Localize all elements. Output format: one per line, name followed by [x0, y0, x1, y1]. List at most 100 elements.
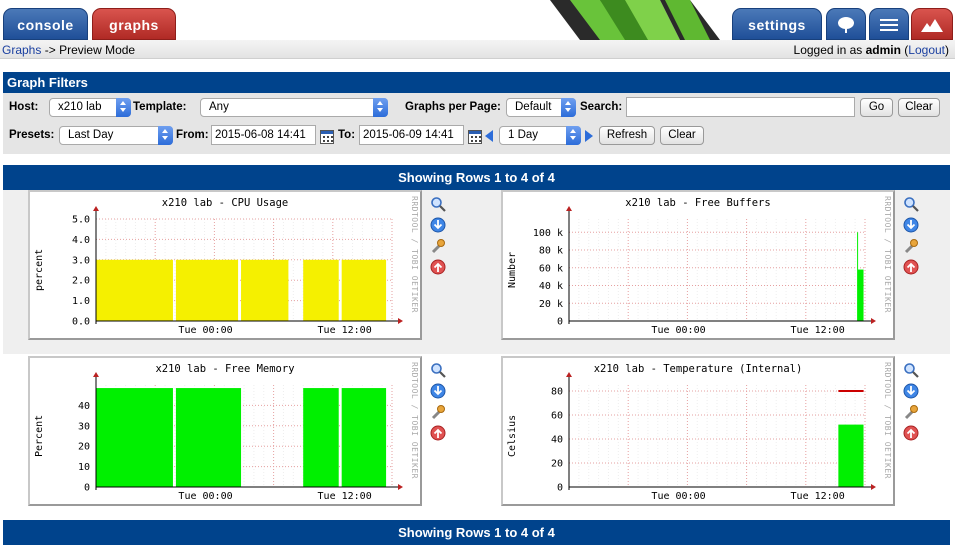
search-label: Search:: [580, 101, 623, 113]
y-tick-label: 4.0: [72, 235, 90, 246]
y-tick-label: 3.0: [72, 255, 90, 266]
upload-icon[interactable]: [903, 425, 919, 441]
from-date-input[interactable]: 2015-06-08 14:41: [211, 125, 316, 145]
to-date-input[interactable]: 2015-06-09 14:41: [359, 125, 464, 145]
y-tick-label: 0: [557, 483, 563, 494]
tree-icon: [838, 17, 854, 33]
zoom-icon[interactable]: [903, 196, 919, 212]
y-tick-label: 80: [551, 387, 563, 398]
y-tick-label: 40: [78, 401, 90, 412]
upload-icon[interactable]: [430, 425, 446, 441]
go-button[interactable]: Go: [860, 98, 893, 117]
graph-filters-panel: Graph Filters Host: x210 lab Template: A…: [3, 72, 950, 154]
area-block: [175, 259, 239, 321]
breadcrumb: Graphs -> Preview Mode: [2, 43, 135, 57]
y-tick-label: 20 k: [539, 299, 563, 310]
area-block: [857, 269, 864, 321]
graph-cpu-usage[interactable]: x210 lab - CPU Usage 5.0 4.0 3.0 2.0 1.0 0.0 Tu…: [28, 190, 422, 340]
breadcrumb-current: Preview Mode: [59, 43, 136, 57]
y-tick-label: 10: [78, 462, 90, 473]
login-prefix: Logged in as: [793, 43, 863, 57]
x-axis-arrow: [871, 318, 876, 324]
wrench-icon[interactable]: [430, 404, 446, 420]
logout-link[interactable]: Logout: [908, 43, 945, 57]
y-tick-label: 40: [551, 435, 563, 446]
y-tick-label: 80 k: [539, 246, 563, 257]
presets-select-value: Last Day: [68, 129, 114, 141]
to-calendar-icon[interactable]: [468, 130, 482, 144]
login-status: Logged in as admin (Logout): [793, 43, 949, 57]
y-axis-arrow: [566, 206, 572, 211]
search-input[interactable]: [626, 97, 855, 117]
download-icon[interactable]: [430, 217, 446, 233]
cacti-logo: [550, 0, 720, 40]
y-tick-label: 100 k: [533, 228, 563, 239]
graphs-per-page-label: Graphs per Page:: [405, 101, 501, 113]
rrdtool-watermark: RRDTOOL / TOBI OETIKER: [410, 362, 419, 479]
presets-select[interactable]: Last Day: [59, 126, 173, 145]
area-block: [96, 259, 173, 321]
x-tick-label: Tue 00:00: [651, 491, 705, 502]
template-label: Template:: [133, 101, 187, 113]
y-axis-label: Percent: [34, 414, 45, 457]
template-select-value: Any: [209, 101, 229, 113]
wrench-icon[interactable]: [903, 238, 919, 254]
list-icon: [880, 19, 898, 31]
to-label: To:: [338, 129, 356, 141]
graph-free-buffers[interactable]: x210 lab - Free Buffers 100 k 80 k 60 k 40 k…: [501, 190, 895, 340]
y-tick-label: 20: [78, 442, 90, 453]
graph-free-memory[interactable]: x210 lab - Free Memory 40 30 20 10 0 Tue 00:00…: [28, 356, 422, 506]
clear-search-button[interactable]: Clear: [898, 98, 940, 117]
tab-graphs[interactable]: graphs: [92, 8, 176, 40]
list-view-button[interactable]: [869, 8, 909, 40]
upload-icon[interactable]: [903, 259, 919, 275]
template-select[interactable]: Any: [200, 98, 388, 117]
y-tick-label: 60: [551, 411, 563, 422]
area-block: [241, 259, 289, 321]
y-tick-label: 1.0: [72, 296, 90, 307]
download-icon[interactable]: [903, 217, 919, 233]
top-navigation: console graphs settings: [0, 0, 955, 40]
y-axis-arrow: [566, 372, 572, 377]
from-calendar-icon[interactable]: [320, 130, 334, 144]
x-axis-arrow: [871, 484, 876, 490]
shift-left-arrow-icon[interactable]: [485, 130, 493, 142]
wrench-icon[interactable]: [430, 238, 446, 254]
shift-right-arrow-icon[interactable]: [585, 130, 593, 142]
graphs-per-page-select[interactable]: Default: [506, 98, 576, 117]
upload-icon[interactable]: [430, 259, 446, 275]
breadcrumb-graphs-link[interactable]: Graphs: [2, 43, 41, 57]
y-tick-label: 2.0: [72, 276, 90, 287]
y-tick-label: 20: [551, 459, 563, 470]
host-label: Host:: [9, 101, 39, 113]
zoom-icon[interactable]: [430, 196, 446, 212]
rrdtool-watermark: RRDTOOL / TOBI OETIKER: [883, 362, 892, 479]
area-block: [341, 259, 387, 321]
chevron-updown-icon: [373, 98, 388, 117]
graph-actions: [430, 196, 448, 280]
graph-plot: 5.0 4.0 3.0 2.0 1.0 0.0 Tue 00:00 Tue 12:00: [72, 206, 403, 336]
zoom-icon[interactable]: [903, 362, 919, 378]
y-tick-label: 0: [84, 483, 90, 494]
tab-console[interactable]: console: [3, 8, 88, 40]
host-select[interactable]: x210 lab: [49, 98, 131, 117]
clear-timespan-button[interactable]: Clear: [660, 126, 704, 145]
zoom-icon[interactable]: [430, 362, 446, 378]
timespan-select[interactable]: 1 Day: [499, 126, 581, 145]
graph-plot: 80 60 40 20 0 Tue 00:00 Tue 12:00: [551, 372, 876, 502]
mountain-chart-icon: [921, 19, 943, 32]
x-tick-label: Tue 00:00: [178, 325, 232, 336]
x-tick-label: Tue 12:00: [791, 325, 845, 336]
y-tick-label: 60 k: [539, 263, 563, 274]
refresh-button[interactable]: Refresh: [599, 126, 655, 145]
download-icon[interactable]: [430, 383, 446, 399]
tab-settings[interactable]: settings: [732, 8, 822, 40]
tree-view-button[interactable]: [826, 8, 866, 40]
wrench-icon[interactable]: [903, 404, 919, 420]
graph-temperature[interactable]: x210 lab - Temperature (Internal) 80 60 40 2…: [501, 356, 895, 506]
x-tick-label: Tue 12:00: [791, 491, 845, 502]
from-label: From:: [176, 129, 209, 141]
preview-view-button[interactable]: [911, 8, 953, 40]
download-icon[interactable]: [903, 383, 919, 399]
y-axis-label: Celsius: [507, 414, 518, 457]
